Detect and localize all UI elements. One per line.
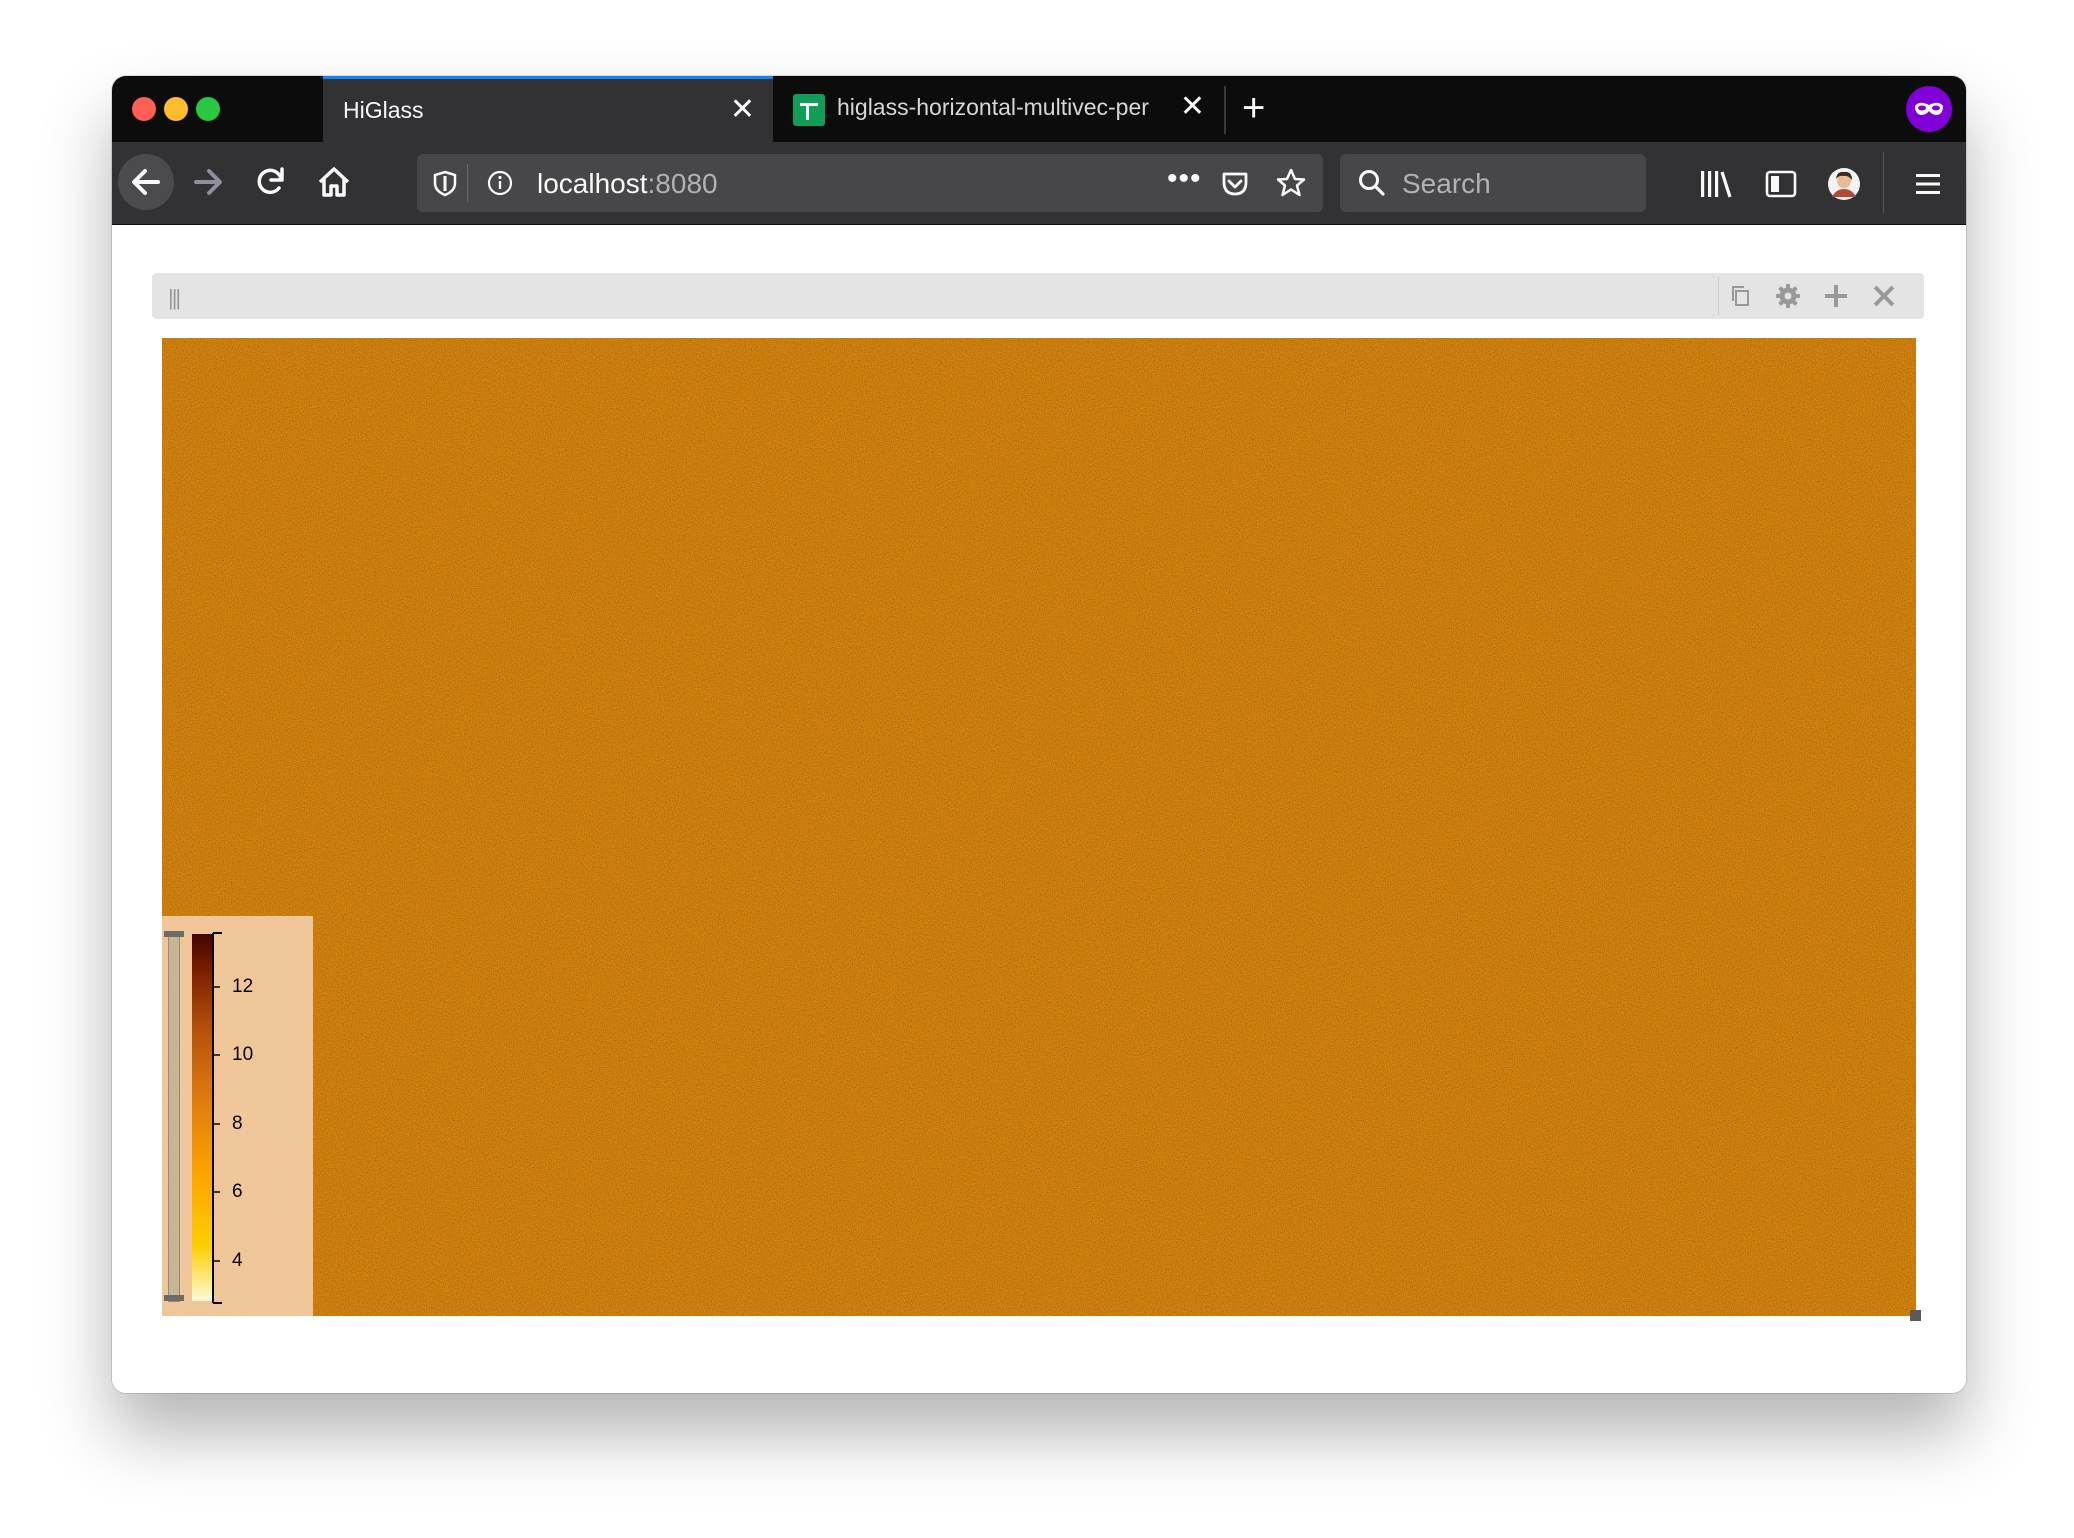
tab-higlass[interactable]: HiGlass ✕ — [323, 76, 773, 142]
close-icon[interactable] — [1869, 281, 1899, 311]
site-info-icon[interactable] — [485, 168, 515, 198]
tab-close-icon[interactable]: ✕ — [730, 93, 755, 127]
colorbar-range-slider[interactable] — [168, 932, 180, 1302]
colorbar-tick-label: 8 — [232, 1113, 243, 1134]
search-icon — [1359, 170, 1385, 196]
account-avatar-icon[interactable] — [1826, 166, 1862, 202]
url-separator — [467, 164, 468, 202]
sidebar-icon[interactable] — [1764, 167, 1798, 201]
hamburger-menu-icon[interactable] — [1912, 168, 1944, 200]
view-header[interactable]: ||| — [152, 273, 1924, 319]
url-text: localhost:8080 — [537, 168, 718, 199]
tab-close-icon[interactable]: ✕ — [1180, 90, 1205, 124]
home-icon — [318, 167, 350, 197]
colorbar-top-handle[interactable] — [164, 931, 184, 937]
reload-button[interactable] — [243, 154, 299, 210]
colorbar-tick-label: 6 — [232, 1181, 243, 1202]
heatmap-highlights — [162, 338, 1916, 1316]
tab-strip: HiGlass ✕ higlass-horizontal-multivec-pe… — [112, 76, 1966, 142]
heatmap-canvas[interactable] — [162, 338, 1916, 1316]
reload-icon — [257, 167, 284, 195]
new-tab-button[interactable]: + — [1242, 86, 1265, 130]
tab-separator — [1224, 86, 1226, 134]
library-icon[interactable] — [1698, 167, 1734, 201]
colorbar-legend: 12 10 8 6 4 — [162, 916, 313, 1316]
back-button[interactable] — [118, 154, 174, 210]
plus-icon[interactable] — [1821, 281, 1851, 311]
back-arrow-icon — [132, 169, 160, 195]
private-browsing-icon — [1906, 86, 1952, 132]
colorbar-axis — [212, 932, 222, 1304]
minimize-window-button[interactable] — [164, 97, 188, 121]
search-placeholder: Search — [1402, 168, 1491, 199]
tab-title: HiGlass — [343, 97, 424, 123]
url-bar[interactable]: localhost:8080 ••• — [417, 154, 1323, 212]
home-button[interactable] — [306, 154, 362, 210]
bookmark-star-icon[interactable] — [1273, 165, 1309, 201]
pocket-icon[interactable] — [1217, 165, 1253, 201]
tab-multivec[interactable]: higlass-horizontal-multivec-per ✕ — [773, 76, 1223, 142]
toolbar-separator — [1883, 152, 1884, 214]
colorbar-tick-label: 12 — [232, 976, 254, 997]
tab-title: higlass-horizontal-multivec-per — [837, 94, 1149, 120]
colorbar-gradient — [192, 934, 212, 1301]
sheets-favicon-icon — [793, 94, 825, 126]
drag-handle-icon[interactable]: ||| — [168, 285, 181, 311]
search-bar[interactable]: Search — [1340, 154, 1646, 212]
colorbar-bottom-handle[interactable] — [164, 1295, 184, 1301]
colorbar-tick-label: 10 — [232, 1044, 254, 1065]
close-window-button[interactable] — [132, 97, 156, 121]
forward-arrow-icon — [194, 169, 222, 195]
copy-icon[interactable] — [1726, 281, 1756, 311]
forward-button[interactable] — [180, 154, 236, 210]
resize-handle[interactable] — [1910, 1310, 1921, 1321]
navigation-toolbar: localhost:8080 ••• Search — [112, 142, 1966, 225]
zoom-window-button[interactable] — [196, 97, 220, 121]
gear-icon[interactable] — [1773, 281, 1803, 311]
page-actions-icon[interactable]: ••• — [1167, 162, 1202, 196]
page-content: ||| 12 10 8 6 4 — [112, 225, 1966, 1393]
browser-window: HiGlass ✕ higlass-horizontal-multivec-pe… — [112, 76, 1966, 1393]
header-separator — [1718, 277, 1719, 315]
colorbar-tick-label: 4 — [232, 1250, 243, 1271]
tracking-shield-icon[interactable] — [429, 167, 461, 199]
